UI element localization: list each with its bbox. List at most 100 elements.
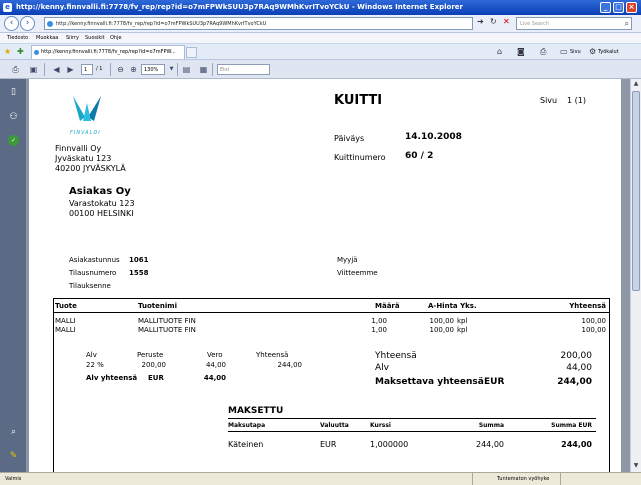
date-label: Päiväys <box>334 134 365 143</box>
browser-tab[interactable]: http://kenny.finnvalli.fi:7778/fv_rep/re… <box>31 45 185 59</box>
attachments-binoculars-icon[interactable]: ⚇ <box>8 112 19 123</box>
item-product: MALLI <box>55 317 76 325</box>
vat-header-total: Yhteensä <box>256 351 289 359</box>
address-input[interactable]: http://kenny.finnvalli.fi:7778/fv_rep/re… <box>44 17 473 30</box>
receipt-page: FINVALDI Finnvalli Oy Jyväskatu 123 4020… <box>29 79 621 472</box>
item-name: MALLITUOTE FIN <box>138 326 196 334</box>
comments-icon[interactable]: ✎ <box>8 451 19 462</box>
zoom-select[interactable]: 130% <box>141 64 165 75</box>
next-page-icon[interactable]: ▶ <box>64 63 77 76</box>
paid-header-currency: Valuutta <box>320 422 349 429</box>
recipient-street: Varastokatu 123 <box>69 199 135 208</box>
pdf-toolbar: ⎙ ▣ ◀ ▶ 1 / 1 ⊖ ⊕ 130% ▼ ▤ ▦ Etsi <box>0 60 641 79</box>
divider-line <box>53 312 610 313</box>
menu-edit[interactable]: Muokkaa <box>36 33 58 44</box>
vat-total: 244,00 <box>277 361 303 369</box>
toolbar-divider <box>177 63 178 76</box>
pdf-print-icon[interactable]: ⎙ <box>9 63 22 76</box>
paid-header-amount-eur: Summa EUR <box>551 422 592 429</box>
fit-width-icon[interactable]: ▦ <box>197 63 210 76</box>
back-button[interactable]: ‹ <box>4 16 19 31</box>
menu-go[interactable]: Siirry <box>66 33 79 44</box>
find-input[interactable]: Etsi <box>217 64 270 75</box>
refresh-icon[interactable]: ↻ <box>490 16 497 28</box>
zoom-in-icon[interactable]: ⊕ <box>127 63 140 76</box>
page-menu-icon[interactable]: ▭ <box>560 46 568 58</box>
item-quantity: 1,00 <box>371 317 387 325</box>
close-button[interactable]: × <box>626 2 637 13</box>
security-zone: Tuntematon vyöhyke <box>497 476 550 482</box>
scroll-down-icon[interactable]: ▼ <box>631 461 641 471</box>
search-input[interactable]: Live Search ⌕ <box>516 17 632 30</box>
item-quantity: 1,00 <box>371 326 387 334</box>
scroll-thumb[interactable] <box>632 91 640 291</box>
menu-file[interactable]: Tiedosto <box>7 33 28 44</box>
vat-sum-currency: EUR <box>148 374 164 382</box>
paid-amount: 244,00 <box>476 440 504 449</box>
search-icon[interactable]: ⌕ <box>625 18 629 30</box>
add-favorite-icon[interactable]: ✚ <box>17 46 24 58</box>
prev-page-icon[interactable]: ◀ <box>50 63 63 76</box>
toolbar-divider <box>44 63 45 76</box>
scroll-up-icon[interactable]: ▲ <box>631 79 641 89</box>
header-quantity: Määrä <box>375 302 400 310</box>
paid-title: MAKSETTU <box>228 406 284 416</box>
page-label: Sivu <box>540 96 558 105</box>
fit-page-icon[interactable]: ▤ <box>180 63 193 76</box>
feeds-icon[interactable]: ◙ <box>517 46 525 58</box>
payable-label: Maksettava yhteensä <box>375 377 484 387</box>
tab-page-icon <box>34 50 39 55</box>
search-placeholder: Live Search <box>520 21 549 27</box>
tab-title: http://kenny.finnvalli.fi:7778/fv_rep/re… <box>41 49 176 55</box>
subtotal-value: 200,00 <box>560 351 593 361</box>
vertical-scrollbar[interactable]: ▲ ▼ <box>630 79 641 472</box>
pdf-save-icon[interactable]: ▣ <box>27 63 40 76</box>
order-number-value: 1558 <box>129 269 149 277</box>
vat-tax: 44,00 <box>205 361 226 369</box>
signatures-icon[interactable]: ✓ <box>8 135 19 146</box>
vat-header-tax: Vero <box>207 351 223 359</box>
forward-button[interactable]: › <box>20 16 35 31</box>
divider-line <box>228 418 596 419</box>
seller-label: Myyjä <box>337 256 358 264</box>
favorites-star-icon[interactable]: ★ <box>4 46 11 58</box>
tools-menu-icon[interactable]: ⚙ <box>589 46 596 58</box>
paid-rate: 1,000000 <box>370 440 409 449</box>
item-unit: kpl <box>457 326 468 334</box>
table-left-border <box>53 298 54 472</box>
sender-name: Finnvalli Oy <box>55 144 102 153</box>
page-menu-label[interactable]: Sivu <box>570 46 581 58</box>
recipient-city: 00100 HELSINKI <box>69 209 134 218</box>
date-value: 14.10.2008 <box>405 132 462 142</box>
print-icon[interactable]: ⎙ <box>540 46 546 58</box>
customer-number-label: Asiakastunnus <box>69 256 120 264</box>
payable-currency: EUR <box>484 377 505 387</box>
item-unit-price: 100,00 <box>429 326 455 334</box>
sender-city: 40200 JYVÄSKYLÄ <box>55 164 126 173</box>
item-unit: kpl <box>457 317 468 325</box>
new-tab-button[interactable] <box>186 47 197 58</box>
ie-app-icon: e <box>3 3 12 12</box>
go-icon[interactable]: ➜ <box>477 16 484 28</box>
page-number-input[interactable]: 1 <box>81 64 93 75</box>
sender-street: Jyväskatu 123 <box>55 154 112 163</box>
item-unit-price: 100,00 <box>429 317 455 325</box>
menu-help[interactable]: Ohje <box>110 33 122 44</box>
paperclip-icon[interactable]: ⌕ <box>8 427 19 438</box>
item-total: 100,00 <box>581 326 607 334</box>
divider-line <box>53 298 610 299</box>
page-icon <box>47 21 53 27</box>
receipt-number-label: Kuittinumero <box>334 153 386 162</box>
menu-favorites[interactable]: Suosikit <box>85 33 105 44</box>
stop-icon[interactable]: ✕ <box>503 16 510 28</box>
pages-icon[interactable]: ▯ <box>8 87 19 98</box>
item-product: MALLI <box>55 326 76 334</box>
zoom-out-icon[interactable]: ⊖ <box>114 63 127 76</box>
maximize-button[interactable]: □ <box>613 2 624 13</box>
header-product-name: Tuotenimi <box>138 302 177 310</box>
minimize-button[interactable]: _ <box>600 2 611 13</box>
paid-header-rate: Kurssi <box>370 422 391 429</box>
home-icon[interactable]: ⌂ <box>497 46 502 58</box>
window-title: http://kenny.finnvalli.fi:7778/fv_rep/re… <box>16 3 463 11</box>
tools-menu-label[interactable]: Työkalut <box>598 46 619 58</box>
